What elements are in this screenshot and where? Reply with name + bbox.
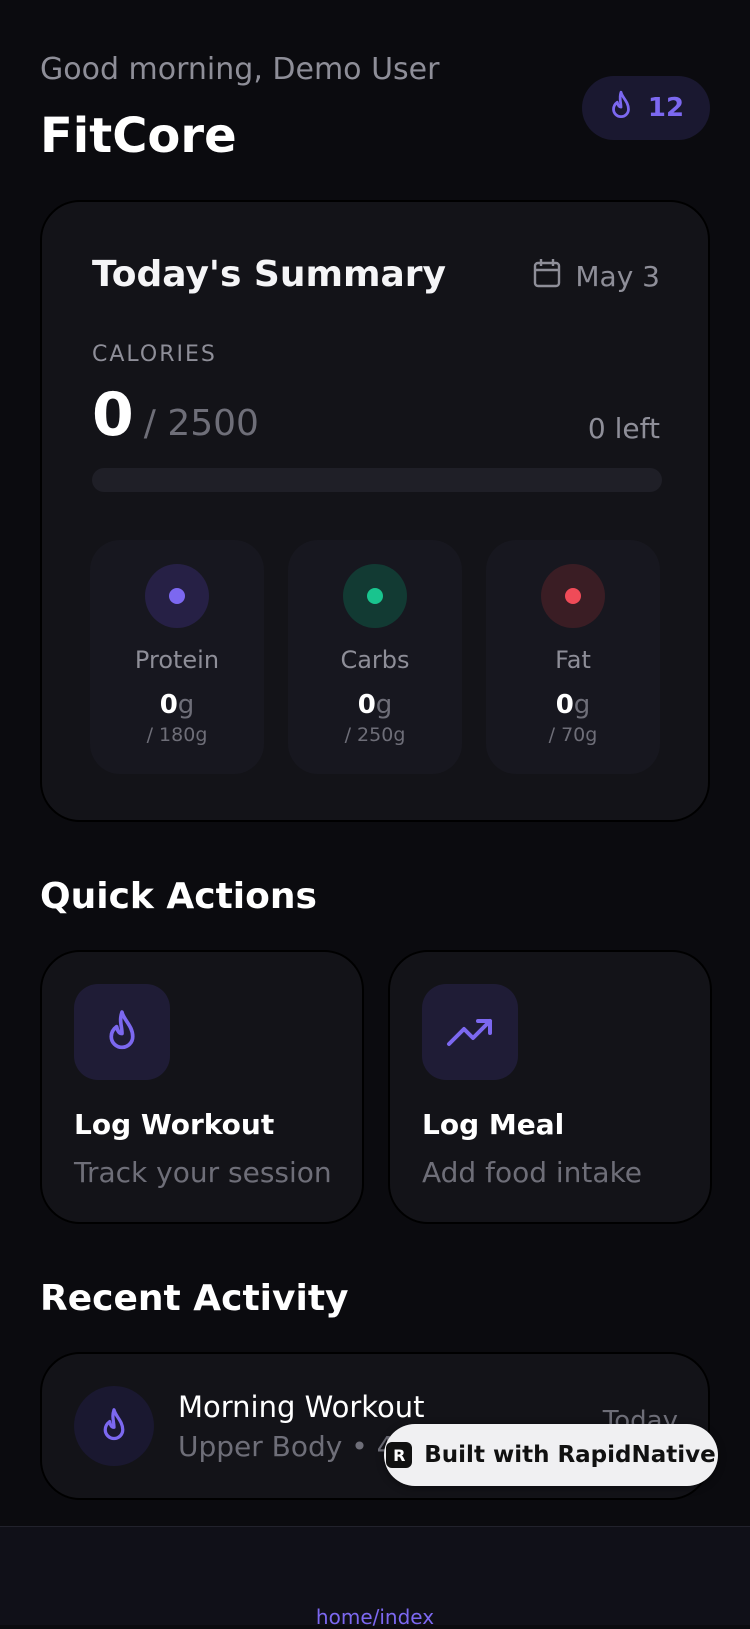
macro-value: 0g	[159, 690, 195, 720]
streak-count: 12	[647, 93, 685, 123]
recent-activity-title: Recent Activity	[40, 1278, 349, 1319]
calories-label: CALORIES	[92, 342, 217, 367]
summary-title: Today's Summary	[92, 254, 447, 295]
fat-dot-icon	[541, 564, 605, 628]
macro-name: Protein	[134, 646, 220, 674]
macro-card-fat: Fat 0g / 70g	[486, 540, 660, 774]
app-title: FitCore	[40, 108, 237, 164]
macro-name: Carbs	[340, 646, 410, 674]
trending-up-icon	[422, 984, 518, 1080]
flame-icon	[608, 90, 634, 126]
calories-goal: / 2500	[143, 403, 259, 444]
streak-badge[interactable]: 12	[582, 76, 710, 140]
macro-value: 0g	[357, 690, 393, 720]
calories-value: 0 / 2500	[92, 380, 259, 450]
greeting: Good morning, Demo User	[40, 52, 440, 87]
activity-title: Morning Workout	[178, 1390, 425, 1424]
macro-goal: / 180g	[146, 724, 208, 746]
log-meal-button[interactable]: Log Meal Add food intake	[388, 950, 712, 1224]
flame-icon	[74, 1386, 154, 1466]
carbs-dot-icon	[343, 564, 407, 628]
macro-card-carbs: Carbs 0g / 250g	[288, 540, 462, 774]
action-title: Log Workout	[74, 1108, 275, 1141]
quick-actions-title: Quick Actions	[40, 876, 317, 917]
calendar-icon	[533, 258, 561, 295]
action-description: Track your session	[74, 1156, 332, 1189]
summary-card: Today's Summary May 3 CALORIES 0 / 2500 …	[40, 200, 710, 822]
macro-name: Fat	[555, 646, 591, 674]
protein-dot-icon	[145, 564, 209, 628]
route-label: home/index	[315, 1605, 435, 1629]
macro-goal: / 70g	[548, 724, 598, 746]
activity-subtitle: Upper Body • 45	[178, 1430, 413, 1463]
flame-icon	[74, 984, 170, 1080]
macro-goal: / 250g	[344, 724, 406, 746]
rapidnative-logo-icon: R	[386, 1442, 413, 1468]
macro-value: 0g	[555, 690, 591, 720]
action-description: Add food intake	[422, 1156, 643, 1189]
summary-date: May 3	[533, 258, 660, 295]
action-title: Log Meal	[422, 1108, 565, 1141]
macro-card-protein: Protein 0g / 180g	[90, 540, 264, 774]
bottom-bar: home/index	[0, 1526, 750, 1629]
log-workout-button[interactable]: Log Workout Track your session	[40, 950, 364, 1224]
calories-progress-bar	[92, 468, 662, 492]
calories-consumed: 0	[92, 380, 134, 450]
built-with-label: Built with RapidNative	[424, 1442, 716, 1468]
date-label: May 3	[575, 260, 660, 293]
built-with-badge[interactable]: R Built with RapidNative	[384, 1424, 718, 1486]
calories-left: 0 left	[587, 412, 660, 445]
